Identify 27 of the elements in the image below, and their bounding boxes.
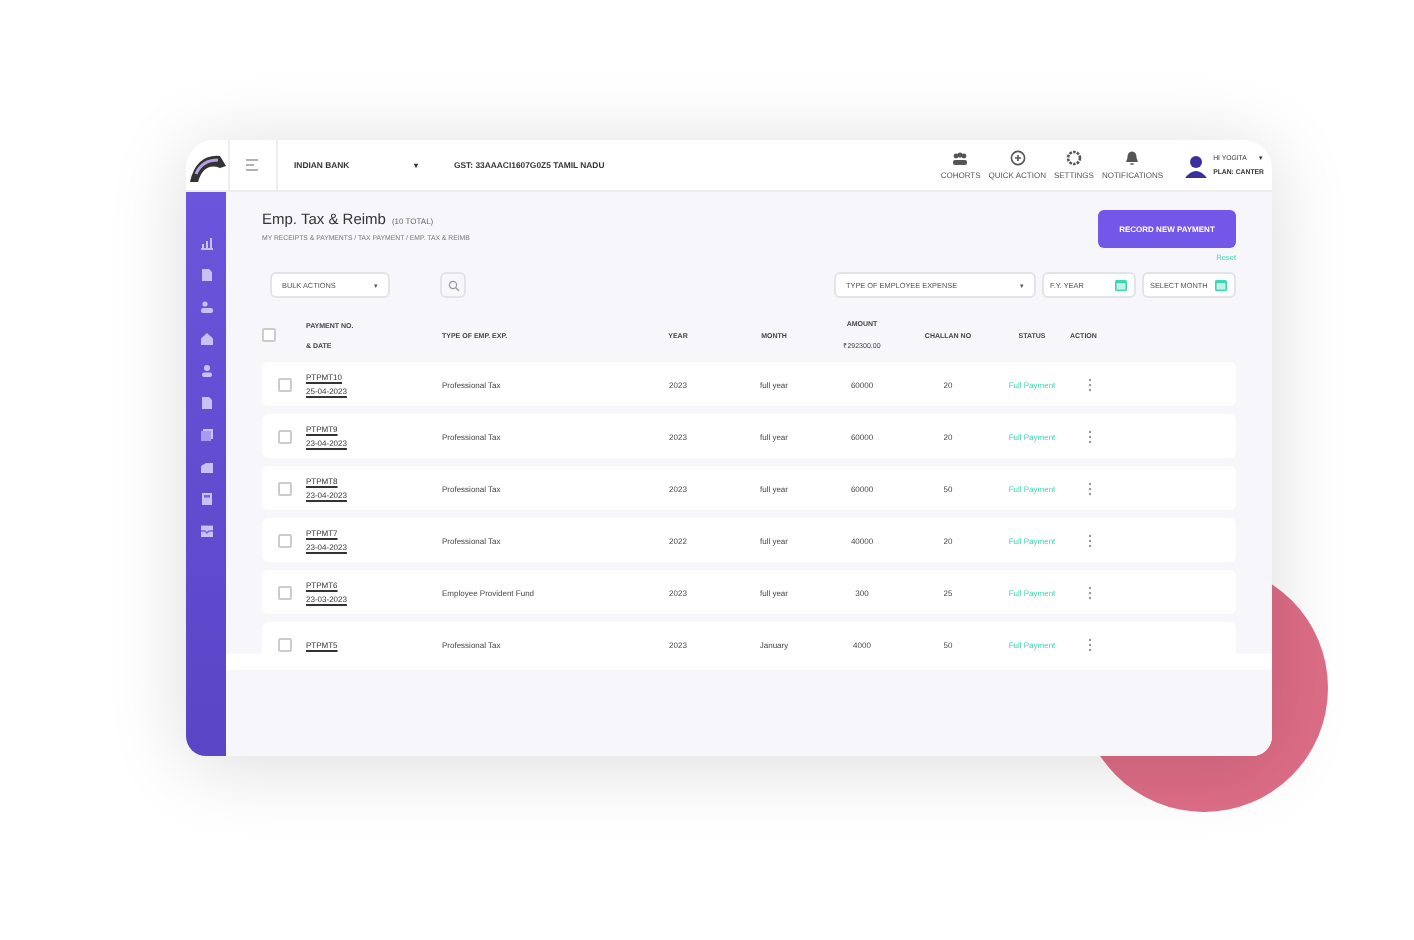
copy-icon[interactable] [199, 428, 213, 442]
calendar-icon [1114, 278, 1128, 292]
document-icon[interactable] [199, 268, 213, 282]
search-button[interactable] [440, 272, 466, 298]
plus-circle-icon [1009, 150, 1026, 166]
box-icon[interactable] [199, 460, 213, 474]
row-checkbox[interactable] [277, 585, 291, 599]
avatar-icon[interactable] [1183, 153, 1208, 177]
row-checkbox[interactable] [277, 637, 291, 651]
calculator-icon[interactable] [199, 492, 213, 506]
settings-icon [1065, 150, 1082, 166]
people-icon[interactable] [199, 300, 213, 314]
row-checkbox[interactable] [277, 377, 291, 391]
row-checkbox[interactable] [277, 481, 291, 495]
menu-icon[interactable] [246, 158, 260, 172]
people-icon [952, 150, 969, 166]
search-icon [447, 279, 459, 291]
chart-icon[interactable] [199, 236, 213, 250]
home-icon[interactable] [199, 332, 213, 346]
inbox-icon[interactable] [199, 524, 213, 538]
document-icon[interactable] [199, 396, 213, 410]
row-checkbox[interactable] [277, 533, 291, 547]
calendar-icon [1214, 278, 1228, 292]
select-all-checkbox[interactable] [262, 328, 276, 342]
person-icon[interactable] [199, 364, 213, 378]
row-checkbox[interactable] [277, 429, 291, 443]
bell-icon [1124, 150, 1141, 166]
